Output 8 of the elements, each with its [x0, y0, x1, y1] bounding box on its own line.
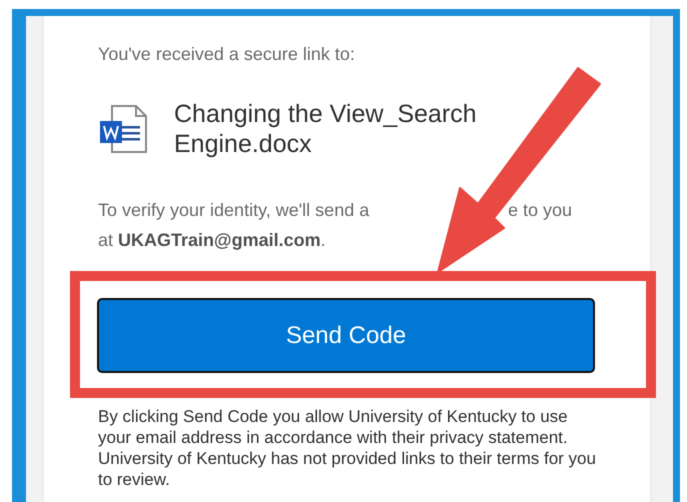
send-code-button[interactable]: Send Code — [97, 298, 595, 373]
verify-text: To verify your identity, we'll send a — [98, 200, 370, 220]
disclaimer-text: By clicking Send Code you allow University of Kentucky to use your email address in accordance with their privacy statement. University of Kentucky has not provided links to their terms for you to review. — [98, 406, 597, 490]
verify-text: e to you — [508, 199, 572, 222]
email-text: at UKAGTrain@gmail.com. — [98, 230, 326, 250]
intro-text: You've received a secure link to: — [98, 44, 356, 65]
word-document-icon — [100, 104, 148, 154]
file-name[interactable]: Changing the View_Search Engine.docx — [174, 99, 514, 159]
